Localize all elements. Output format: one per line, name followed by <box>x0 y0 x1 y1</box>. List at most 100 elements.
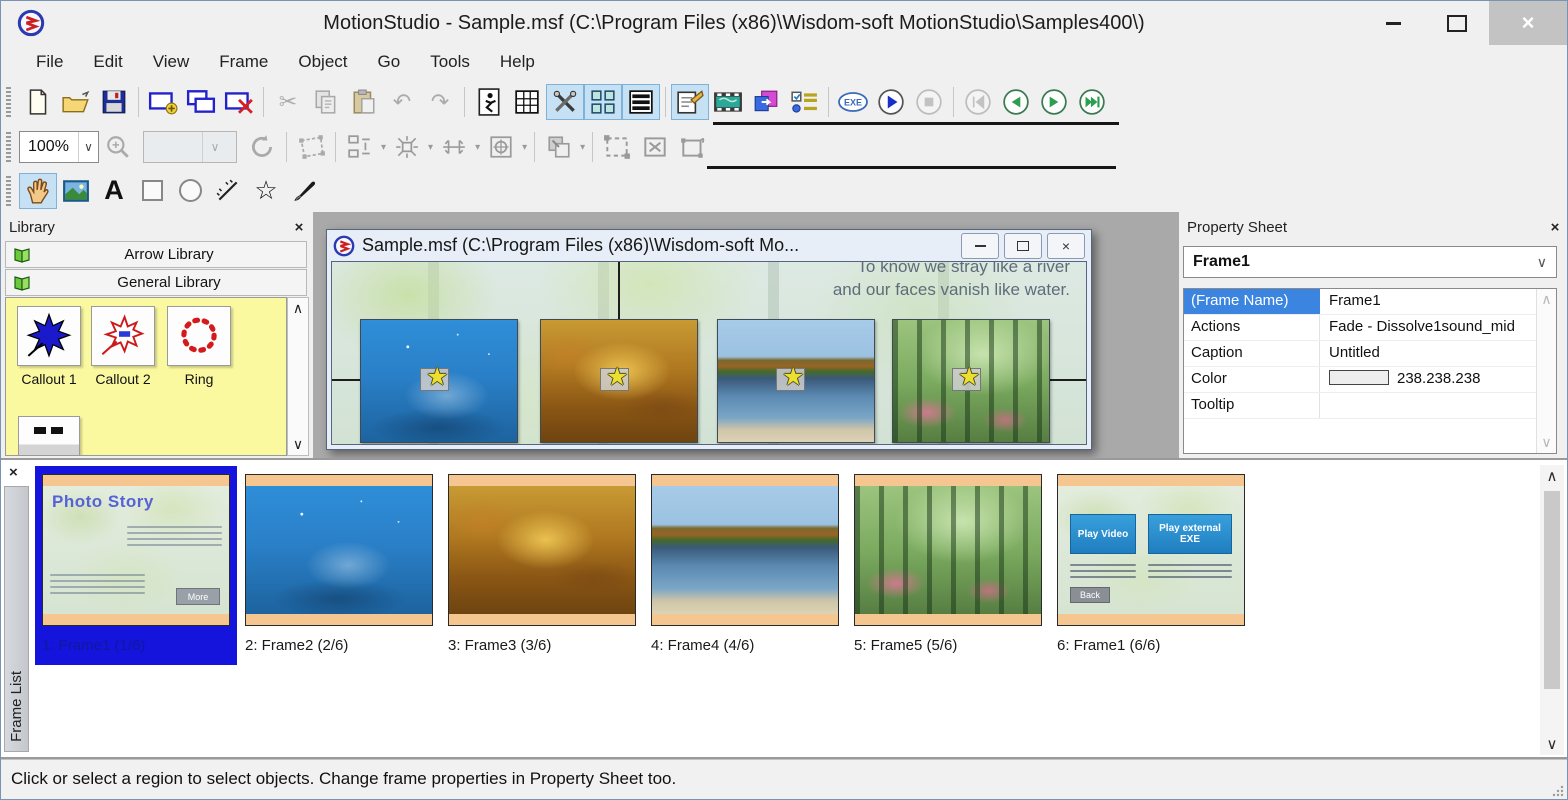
open-file-button[interactable] <box>57 84 95 120</box>
previous-frame-button[interactable] <box>997 84 1035 120</box>
scrollbar-thumb[interactable] <box>1544 491 1560 689</box>
property-value[interactable]: Fade - Dissolve1sound_mid <box>1320 315 1556 340</box>
library-close-button[interactable]: × <box>289 219 309 236</box>
library-item-partial[interactable] <box>16 416 82 456</box>
scroll-down-icon[interactable]: ∨ <box>293 434 303 455</box>
property-sheet-close-button[interactable]: × <box>1545 219 1565 236</box>
property-target-selector[interactable]: Frame1 ∨ <box>1183 246 1557 278</box>
preview-button[interactable] <box>470 84 508 120</box>
color-swatch[interactable] <box>1329 370 1389 385</box>
add-frame-button[interactable] <box>144 84 182 120</box>
scroll-down-icon[interactable]: ∨ <box>1547 733 1558 755</box>
document-canvas[interactable]: To know we stray like a river and our fa… <box>331 261 1087 445</box>
rotate-button[interactable] <box>243 129 281 165</box>
save-button[interactable] <box>95 84 133 120</box>
space-evenly-button[interactable] <box>388 129 426 165</box>
library-item-ring[interactable]: Ring <box>166 306 232 387</box>
frame-list-item-1[interactable]: Photo Story More 1: Frame1 (1/6) <box>35 466 237 665</box>
menu-go[interactable]: Go <box>363 48 416 76</box>
filmstrip-button[interactable] <box>709 84 747 120</box>
crop-frame-button[interactable] <box>636 129 674 165</box>
transition-button[interactable] <box>747 84 785 120</box>
document-restore-button[interactable] <box>1004 233 1042 259</box>
copy-button[interactable] <box>307 84 345 120</box>
property-row-tooltip[interactable]: Tooltip <box>1184 393 1556 419</box>
dropdown-arrow-icon[interactable]: ▾ <box>381 142 386 153</box>
paste-button[interactable] <box>345 84 383 120</box>
thumbnail-view-button[interactable] <box>584 84 622 120</box>
library-item-callout2[interactable]: Callout 2 <box>90 306 156 387</box>
menu-file[interactable]: File <box>21 48 78 76</box>
toolbar-grip[interactable] <box>6 87 11 117</box>
star-marker-icon[interactable]: ★ <box>782 362 804 392</box>
order-button[interactable] <box>540 129 578 165</box>
document-minimize-button[interactable] <box>961 233 999 259</box>
center-in-frame-button[interactable] <box>482 129 520 165</box>
tools-button[interactable] <box>546 84 584 120</box>
menu-view[interactable]: View <box>138 48 205 76</box>
polygon-tool-button[interactable]: ☆ <box>247 173 285 209</box>
menu-object[interactable]: Object <box>283 48 362 76</box>
resize-grip-icon[interactable] <box>1551 784 1565 798</box>
rectangle-tool-button[interactable] <box>133 173 171 209</box>
frame-list-item-6[interactable]: Play Video Play external EXE Back 6: Fra… <box>1050 466 1252 665</box>
scroll-up-icon[interactable]: ∧ <box>293 298 303 319</box>
next-frame-button[interactable] <box>1035 84 1073 120</box>
make-exe-button[interactable]: EXE <box>834 84 872 120</box>
library-group-arrow[interactable]: Arrow Library <box>5 241 307 268</box>
align-objects-button[interactable] <box>341 129 379 165</box>
menu-tools[interactable]: Tools <box>415 48 485 76</box>
chevron-down-icon[interactable]: ∨ <box>78 132 98 162</box>
toolbar-grip[interactable] <box>6 132 11 162</box>
property-value[interactable]: 238.238.238 <box>1320 367 1556 392</box>
frame-list-item-4[interactable]: 4: Frame4 (4/6) <box>644 466 846 665</box>
frame-options-button[interactable] <box>785 84 823 120</box>
stop-button[interactable] <box>910 84 948 120</box>
free-transform-button[interactable] <box>292 129 330 165</box>
undo-button[interactable]: ↶ <box>383 84 421 120</box>
resize-frame-button[interactable] <box>674 129 712 165</box>
property-value[interactable]: Untitled <box>1320 341 1556 366</box>
property-value[interactable] <box>1320 393 1556 418</box>
library-item-callout1[interactable]: Callout 1 <box>16 306 82 387</box>
dropdown-arrow-icon[interactable]: ▾ <box>522 142 527 153</box>
brush-tool-button[interactable] <box>285 173 323 209</box>
star-marker-icon[interactable]: ★ <box>958 362 980 392</box>
dropdown-arrow-icon[interactable]: ▾ <box>580 142 585 153</box>
property-grid-scrollbar[interactable]: ∧ ∨ <box>1536 289 1556 453</box>
text-tool-button[interactable]: A <box>95 173 133 209</box>
line-tool-button[interactable] <box>209 173 247 209</box>
space-across-button[interactable] <box>435 129 473 165</box>
frame-list-item-3[interactable]: 3: Frame3 (3/6) <box>441 466 643 665</box>
menu-frame[interactable]: Frame <box>204 48 283 76</box>
zoom-tool-button[interactable] <box>99 129 137 165</box>
property-sheet-button[interactable] <box>671 84 709 120</box>
menu-help[interactable]: Help <box>485 48 550 76</box>
ellipse-tool-button[interactable] <box>171 173 209 209</box>
frame-list-item-5[interactable]: 5: Frame5 (5/6) <box>847 466 1049 665</box>
image-tool-button[interactable] <box>57 173 95 209</box>
list-view-button[interactable] <box>622 84 660 120</box>
minimize-button[interactable] <box>1361 1 1425 45</box>
frame-list-close-button[interactable]: × <box>9 464 18 481</box>
select-region-button[interactable] <box>598 129 636 165</box>
property-row-caption[interactable]: Caption Untitled <box>1184 341 1556 367</box>
library-group-general[interactable]: General Library <box>5 269 307 296</box>
star-marker-icon[interactable]: ★ <box>426 362 448 392</box>
scroll-up-icon[interactable]: ∧ <box>1541 289 1551 310</box>
close-button[interactable]: × <box>1489 1 1567 45</box>
play-button[interactable] <box>872 84 910 120</box>
duplicate-frame-button[interactable] <box>182 84 220 120</box>
document-titlebar[interactable]: Sample.msf (C:\Program Files (x86)\Wisdo… <box>327 230 1091 261</box>
property-row-color[interactable]: Color 238.238.238 <box>1184 367 1556 393</box>
last-frame-button[interactable] <box>1073 84 1111 120</box>
dropdown-arrow-icon[interactable]: ▾ <box>475 142 480 153</box>
new-file-button[interactable] <box>19 84 57 120</box>
frame-list-scrollbar[interactable]: ∧ ∨ <box>1540 465 1564 755</box>
property-row-actions[interactable]: Actions Fade - Dissolve1sound_mid <box>1184 315 1556 341</box>
menu-edit[interactable]: Edit <box>78 48 137 76</box>
scroll-up-icon[interactable]: ∧ <box>1547 465 1558 487</box>
property-value[interactable]: Frame1 <box>1320 289 1556 314</box>
zoom-combobox[interactable]: 100% ∨ <box>19 131 99 163</box>
dropdown-arrow-icon[interactable]: ▾ <box>428 142 433 153</box>
